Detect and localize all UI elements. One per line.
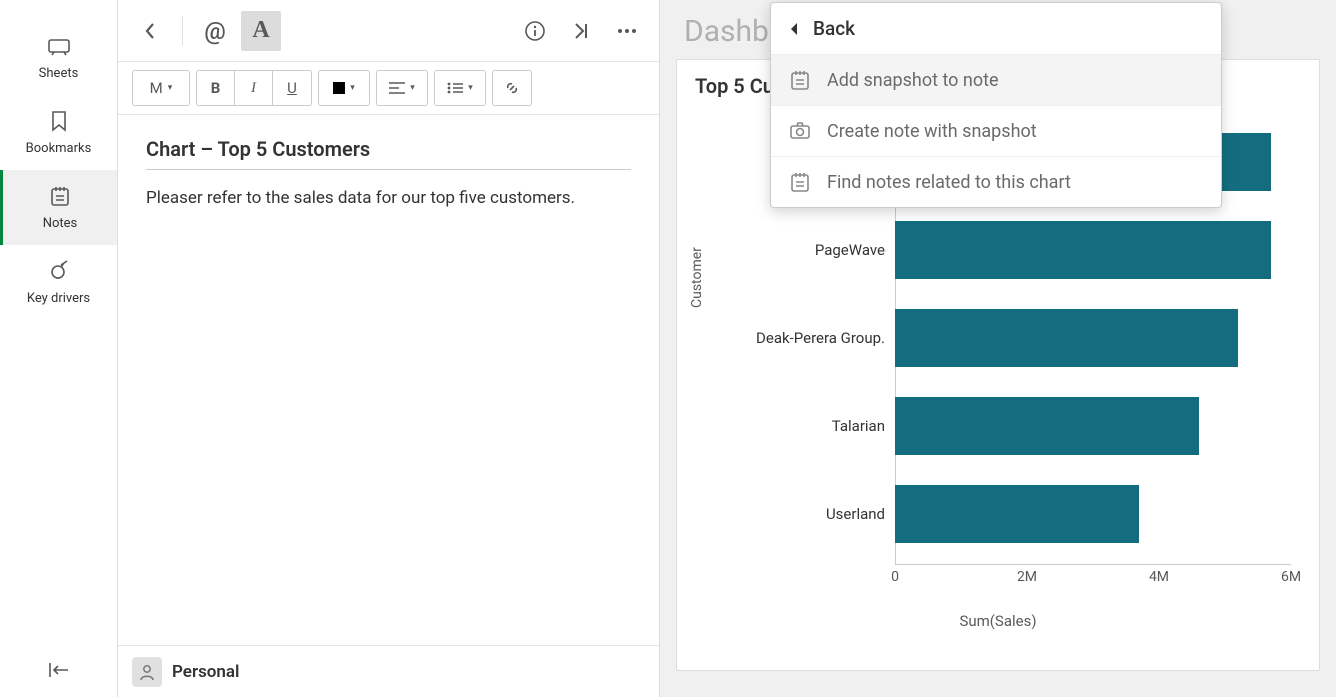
bar-label: PageWave bbox=[705, 241, 885, 259]
info-button[interactable] bbox=[515, 11, 555, 51]
list-dropdown[interactable]: ▾ bbox=[435, 71, 485, 105]
align-dropdown[interactable]: ▾ bbox=[377, 71, 427, 105]
note-body-text[interactable]: Pleaser refer to the sales data for our … bbox=[146, 188, 631, 208]
bar[interactable] bbox=[895, 221, 1271, 279]
x-tick: 0 bbox=[891, 569, 899, 585]
mention-button[interactable]: @ bbox=[195, 11, 235, 51]
sidebar-item-key-drivers[interactable]: Key drivers bbox=[0, 245, 117, 320]
x-axis-label: Sum(Sales) bbox=[959, 612, 1036, 630]
notes-icon bbox=[48, 184, 72, 208]
note-title[interactable]: Chart – Top 5 Customers bbox=[146, 137, 631, 170]
x-tick: 6M bbox=[1281, 569, 1301, 585]
sidebar-item-label: Key drivers bbox=[27, 291, 90, 306]
link-button[interactable] bbox=[493, 71, 531, 105]
text-format-button[interactable]: A bbox=[241, 11, 281, 51]
bar-label: Talarian bbox=[705, 417, 885, 435]
context-menu-item-label: Add snapshot to note bbox=[827, 70, 999, 91]
font-size-dropdown[interactable]: M▾ bbox=[133, 71, 189, 105]
note-footer: Personal bbox=[118, 645, 659, 697]
sidebar-item-label: Sheets bbox=[39, 66, 79, 81]
bold-button[interactable]: B bbox=[197, 71, 235, 105]
y-axis-label: Customer bbox=[689, 247, 705, 308]
bookmark-icon bbox=[47, 109, 71, 133]
bar-row[interactable]: Talarian bbox=[895, 382, 1291, 470]
sheets-icon bbox=[47, 34, 71, 58]
back-button[interactable] bbox=[130, 11, 170, 51]
x-tick: 2M bbox=[1017, 569, 1037, 585]
bar-label: Userland bbox=[705, 505, 885, 523]
bar[interactable] bbox=[895, 485, 1139, 543]
sidebar-item-label: Bookmarks bbox=[26, 141, 92, 156]
bar-row[interactable]: PageWave bbox=[895, 206, 1291, 294]
note-add-icon bbox=[789, 69, 811, 91]
context-menu-create-note[interactable]: Create note with snapshot bbox=[771, 105, 1221, 156]
underline-button[interactable]: U bbox=[273, 71, 311, 105]
context-menu: Back Add snapshot to note Create note wi… bbox=[770, 2, 1222, 208]
sidebar-item-sheets[interactable]: Sheets bbox=[0, 20, 117, 95]
context-menu-item-label: Create note with snapshot bbox=[827, 121, 1037, 142]
bar-row[interactable]: Userland bbox=[895, 470, 1291, 558]
context-menu-find-notes[interactable]: Find notes related to this chart bbox=[771, 156, 1221, 207]
context-menu-add-snapshot[interactable]: Add snapshot to note bbox=[771, 54, 1221, 105]
bar-row[interactable]: Deak-Perera Group. bbox=[895, 294, 1291, 382]
note-search-icon bbox=[789, 171, 811, 193]
divider bbox=[182, 16, 183, 46]
x-tick: 4M bbox=[1149, 569, 1169, 585]
italic-button[interactable]: I bbox=[235, 71, 273, 105]
bar[interactable] bbox=[895, 309, 1238, 367]
collapse-sidebar-button[interactable] bbox=[48, 661, 70, 679]
sidebar-item-bookmarks[interactable]: Bookmarks bbox=[0, 95, 117, 170]
context-menu-item-label: Find notes related to this chart bbox=[827, 172, 1071, 193]
notes-panel: @ A M▾ B I U ▾ bbox=[118, 0, 660, 697]
x-axis: 02M4M6M bbox=[895, 564, 1291, 594]
avatar bbox=[132, 657, 162, 687]
context-menu-back[interactable]: Back bbox=[771, 3, 1221, 54]
format-toolbar: M▾ B I U ▾ ▾ ▾ bbox=[118, 62, 659, 115]
context-menu-back-label: Back bbox=[813, 17, 855, 40]
bar[interactable] bbox=[895, 397, 1199, 455]
left-sidebar: Sheets Bookmarks Notes Key drivers bbox=[0, 0, 118, 697]
lightbulb-icon bbox=[47, 259, 71, 283]
note-editor[interactable]: Chart – Top 5 Customers Pleaser refer to… bbox=[118, 115, 659, 645]
note-owner-label: Personal bbox=[172, 662, 239, 682]
sidebar-item-notes[interactable]: Notes bbox=[0, 170, 117, 245]
sidebar-item-label: Notes bbox=[43, 216, 78, 231]
more-options-button[interactable] bbox=[607, 11, 647, 51]
text-color-dropdown[interactable]: ▾ bbox=[319, 71, 369, 105]
bar-label: Deak-Perera Group. bbox=[705, 329, 885, 347]
camera-icon bbox=[789, 120, 811, 142]
caret-left-icon bbox=[789, 22, 799, 36]
go-to-end-button[interactable] bbox=[561, 11, 601, 51]
notes-toolbar: @ A bbox=[118, 0, 659, 62]
